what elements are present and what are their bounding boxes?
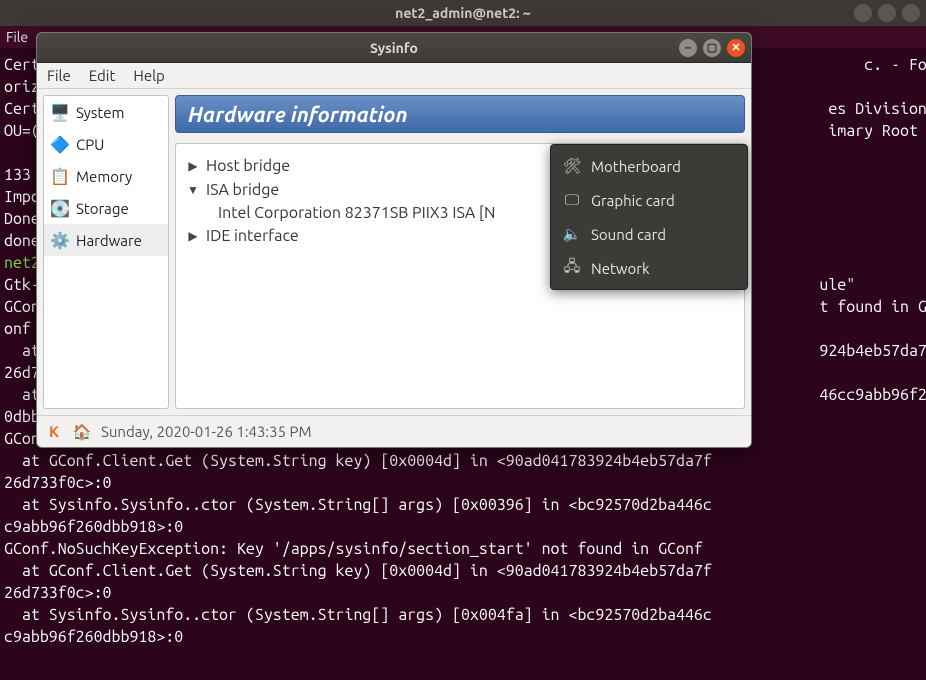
sysinfo-titlebar[interactable]: Sysinfo – ▢ ✕: [37, 33, 751, 63]
main-title: Hardware information: [175, 95, 745, 133]
sysinfo-maximize-button[interactable]: ▢: [703, 39, 721, 57]
terminal-menu-file[interactable]: File: [6, 29, 28, 45]
monitor-icon: 🖵: [563, 191, 581, 209]
menu-help[interactable]: Help: [133, 67, 164, 84]
sysinfo-title: Sysinfo: [370, 40, 418, 56]
collapsed-arrow-icon: ▶: [186, 229, 200, 243]
status-timestamp: Sunday, 2020-01-26 1:43:35 PM: [101, 423, 311, 440]
menu-edit[interactable]: Edit: [89, 67, 116, 84]
sidebar-item-label: Memory: [76, 168, 132, 185]
home-icon[interactable]: 🏠: [73, 423, 91, 441]
terminal-minimize-button[interactable]: [854, 4, 872, 22]
network-icon: 🖧: [563, 259, 581, 277]
terminal-maximize-button[interactable]: [878, 4, 896, 22]
computer-icon: 🖥️: [50, 102, 70, 122]
sidebar-item-storage[interactable]: 💽 Storage: [44, 192, 168, 224]
sysinfo-close-button[interactable]: ✕: [727, 39, 745, 57]
menu-file[interactable]: File: [47, 67, 71, 84]
context-item-sound-card[interactable]: 🔈 Sound card: [551, 217, 747, 251]
ctx-label: Motherboard: [591, 158, 681, 175]
expanded-arrow-icon: ▼: [186, 183, 200, 197]
ctx-label: Network: [591, 260, 650, 277]
tree-child-label: Intel Corporation 82371SB PIIX3 ISA [N: [218, 204, 495, 222]
sysinfo-minimize-button[interactable]: –: [679, 39, 697, 57]
context-menu: 🛠 Motherboard 🖵 Graphic card 🔈 Sound car…: [550, 144, 748, 290]
sysinfo-window: Sysinfo – ▢ ✕ File Edit Help 🖥️ System 🔷…: [36, 32, 752, 448]
context-item-network[interactable]: 🖧 Network: [551, 251, 747, 285]
ctx-label: Sound card: [591, 226, 666, 243]
tree-label: IDE interface: [206, 227, 299, 245]
context-item-graphic-card[interactable]: 🖵 Graphic card: [551, 183, 747, 217]
sysinfo-statusbar: K 🏠 Sunday, 2020-01-26 1:43:35 PM: [37, 415, 751, 447]
sidebar-item-label: CPU: [76, 136, 104, 153]
storage-icon: 💽: [50, 198, 70, 218]
sidebar-item-label: Hardware: [76, 232, 142, 249]
terminal-close-button[interactable]: [902, 4, 920, 22]
collapsed-arrow-icon: ▶: [186, 159, 200, 173]
sysinfo-menubar: File Edit Help: [37, 63, 751, 89]
memory-icon: 📋: [50, 166, 70, 186]
context-item-motherboard[interactable]: 🛠 Motherboard: [551, 149, 747, 183]
gear-icon: ⚙️: [50, 230, 70, 250]
sidebar-item-system[interactable]: 🖥️ System: [44, 96, 168, 128]
sidebar-item-hardware[interactable]: ⚙️ Hardware: [44, 224, 168, 256]
sidebar-item-label: Storage: [76, 200, 129, 217]
tree-label: Host bridge: [206, 157, 290, 175]
speaker-icon: 🔈: [563, 225, 581, 243]
tree-label: ISA bridge: [206, 181, 279, 199]
sidebar-item-cpu[interactable]: 🔷 CPU: [44, 128, 168, 160]
terminal-title: net2_admin@net2: ~: [395, 5, 531, 21]
hardware-tree[interactable]: ▶ Host bridge ▼ ISA bridge Intel Corpora…: [175, 143, 745, 409]
cpu-icon: 🔷: [50, 134, 70, 154]
terminal-titlebar: net2_admin@net2: ~: [0, 0, 926, 26]
back-icon[interactable]: K: [45, 423, 63, 441]
sidebar-item-label: System: [76, 104, 125, 121]
sysinfo-main: Hardware information ▶ Host bridge ▼ ISA…: [175, 95, 745, 409]
sysinfo-sidebar: 🖥️ System 🔷 CPU 📋 Memory 💽 Storage ⚙️ Ha…: [43, 95, 169, 409]
ctx-label: Graphic card: [591, 192, 675, 209]
sidebar-item-memory[interactable]: 📋 Memory: [44, 160, 168, 192]
tools-icon: 🛠: [563, 157, 581, 175]
